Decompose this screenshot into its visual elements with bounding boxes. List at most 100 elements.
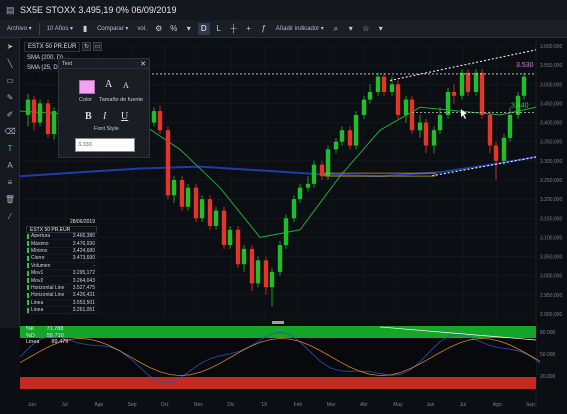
font-size-up-icon[interactable]: A bbox=[105, 79, 112, 90]
candle-body bbox=[347, 130, 353, 146]
vol-toggle[interactable]: vol. bbox=[134, 25, 149, 33]
crosshair-icon[interactable]: ┼ bbox=[228, 23, 240, 35]
data-key: Mínimo bbox=[31, 247, 48, 254]
data-row: Apertura 3.466,380 bbox=[26, 233, 97, 241]
rectangle-icon[interactable]: ▭ bbox=[0, 72, 20, 89]
candle-body bbox=[361, 99, 367, 115]
time-tick-label: Jul bbox=[61, 402, 67, 408]
candle-body bbox=[367, 91, 373, 100]
text-tool-icon[interactable]: T bbox=[0, 140, 20, 157]
zoom-icon[interactable]: ⌕ bbox=[330, 23, 342, 35]
osc-tick-label: 80.000 bbox=[540, 330, 556, 336]
data-value: 3.466,380 bbox=[72, 233, 95, 240]
zoom-dropdown-icon[interactable]: ▾ bbox=[345, 23, 357, 35]
data-row: Volumen - bbox=[26, 262, 97, 270]
candle-body bbox=[291, 199, 297, 219]
screen-icon[interactable]: ▭ bbox=[93, 42, 103, 51]
l-icon[interactable]: L bbox=[213, 23, 225, 35]
cursor-icon[interactable]: ➤ bbox=[0, 38, 20, 55]
close-icon[interactable]: ✕ bbox=[140, 60, 146, 68]
bar-style-icon[interactable]: ▮ bbox=[79, 23, 91, 35]
text-properties-panel: Text ✕ Color A A Tamaño de fuente B I U … bbox=[58, 58, 150, 158]
star-icon[interactable]: ☆ bbox=[360, 23, 372, 35]
color-label: Color bbox=[79, 97, 93, 103]
data-row: Linea 3.553,501 bbox=[26, 299, 97, 307]
candle-body bbox=[277, 245, 283, 272]
data-value: 3.424,680 bbox=[72, 247, 95, 254]
data-key: Horizontal Line bbox=[31, 292, 65, 299]
eraser-icon[interactable]: ⌫ bbox=[0, 123, 20, 140]
candle-body bbox=[459, 72, 465, 96]
annotation-icon[interactable]: A bbox=[0, 157, 20, 174]
color-swatch[interactable] bbox=[79, 80, 95, 94]
data-row: Mov2 3.264,043 bbox=[26, 277, 97, 285]
candle-body bbox=[501, 137, 507, 161]
data-key: Apertura bbox=[31, 233, 51, 240]
indicator-icon[interactable]: ƒ bbox=[258, 23, 270, 35]
data-row: Máximo 3.476,930 bbox=[26, 240, 97, 248]
time-tick-label: Jul bbox=[460, 402, 466, 408]
data-value: 3.264,043 bbox=[72, 277, 95, 284]
candle-body bbox=[297, 187, 303, 200]
data-key: Linea bbox=[31, 307, 44, 314]
italic-button[interactable]: I bbox=[103, 111, 106, 122]
time-tick-label: Jun bbox=[28, 402, 36, 408]
font-size-down-icon[interactable]: A bbox=[123, 81, 129, 90]
archivo-menu[interactable]: Archivo ▾ bbox=[4, 24, 35, 33]
candle-body bbox=[423, 122, 429, 146]
price-tick-label: 3.000,000 bbox=[540, 274, 562, 280]
add-indicator-menu[interactable]: Añadir indicador ▾ bbox=[273, 24, 327, 33]
data-key: Cierre bbox=[31, 255, 45, 262]
d-icon[interactable]: D bbox=[197, 22, 210, 35]
refresh-icon[interactable]: ↻ bbox=[82, 42, 92, 51]
underline-button[interactable]: U bbox=[121, 111, 128, 122]
series-marker bbox=[27, 278, 29, 284]
osc-line-value: 89.479 bbox=[51, 339, 69, 345]
time-tick-label: Dic bbox=[227, 402, 235, 408]
osc-tick-label: 50.000 bbox=[540, 352, 556, 358]
star-dropdown-icon[interactable]: ▾ bbox=[375, 23, 387, 35]
candle-body bbox=[165, 130, 171, 196]
series-marker bbox=[27, 248, 29, 254]
settings-icon[interactable]: ⚙ bbox=[153, 23, 165, 35]
candle-body bbox=[263, 260, 269, 288]
plus-icon[interactable]: + bbox=[243, 23, 255, 35]
brush-icon[interactable]: ✎ bbox=[0, 89, 20, 106]
series-marker bbox=[27, 241, 29, 247]
osc-tick-label: 20.000 bbox=[540, 374, 556, 380]
price-label-upper: 3.530 bbox=[516, 62, 534, 69]
data-value: 3.426,431 bbox=[72, 292, 95, 299]
price-tick-label: 3.450,000 bbox=[540, 101, 562, 107]
bold-button[interactable]: B bbox=[85, 111, 92, 122]
fibonacci-icon[interactable]: ≡ bbox=[0, 174, 20, 191]
compare-menu[interactable]: Comparar ▾ bbox=[94, 24, 131, 33]
text-input[interactable]: 3.330 bbox=[75, 138, 135, 152]
candle-body bbox=[319, 164, 325, 177]
period-select[interactable]: 10 Años ▾ bbox=[44, 24, 76, 33]
candle-body bbox=[445, 91, 451, 115]
candle-body bbox=[199, 199, 205, 219]
candle-body bbox=[353, 114, 359, 146]
line-icon[interactable]: ╲ bbox=[0, 55, 20, 72]
percent-icon[interactable]: % bbox=[168, 23, 180, 35]
candle-body bbox=[269, 271, 275, 288]
candle-body bbox=[311, 164, 317, 184]
data-date: 28/06/2019 bbox=[69, 219, 95, 225]
data-row: Cierre 3.473,690 bbox=[26, 255, 97, 263]
candle-body bbox=[465, 72, 471, 92]
candle-body bbox=[487, 114, 493, 146]
candle-body bbox=[171, 180, 177, 196]
price-tick-label: 3.400,000 bbox=[540, 121, 562, 127]
eyedropper-icon[interactable]: ⁄ bbox=[0, 208, 20, 225]
candle-body bbox=[395, 84, 401, 115]
price-tick-label: 3.250,000 bbox=[540, 178, 562, 184]
candle-body bbox=[493, 145, 499, 161]
time-tick-label: '19 bbox=[260, 402, 267, 408]
data-panel: 28/06/2019 ESTX 50 PR.EUR Apertura 3.466,… bbox=[26, 219, 97, 319]
candle-body bbox=[25, 99, 31, 115]
menu-dropdown-icon[interactable]: ▾ bbox=[183, 23, 195, 35]
candle-body bbox=[451, 91, 457, 96]
pen-icon[interactable]: ✐ bbox=[0, 106, 20, 123]
trash-icon[interactable]: 🗑 bbox=[0, 191, 20, 208]
candle-body bbox=[521, 76, 527, 96]
